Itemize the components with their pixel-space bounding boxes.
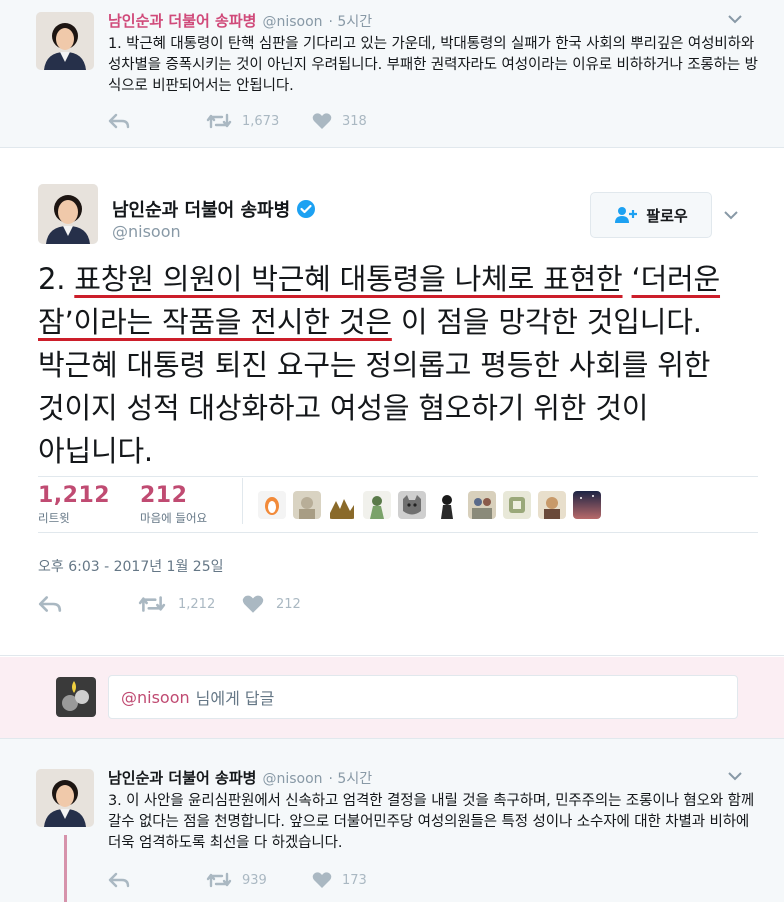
retweet-icon [138,596,166,612]
tweet-time[interactable]: · 5시간 [329,11,373,31]
heart-icon [312,872,332,888]
retweet-button[interactable]: 939 [206,871,267,889]
author-avatar[interactable] [36,12,94,70]
stat-divider [242,478,243,524]
add-user-icon [615,207,638,223]
liker-avatar[interactable] [468,491,496,519]
like-stat[interactable]: 212 마음에 들어요 [140,483,207,526]
reply-icon [108,872,130,888]
divider [38,476,758,477]
retweet-button[interactable]: 1,212 [138,594,215,614]
chevron-down-icon[interactable] [728,14,742,24]
author-avatar[interactable] [38,184,98,244]
like-count: 212 [276,596,301,612]
liker-avatar[interactable] [573,491,601,519]
retweet-stat-label: 리트윗 [38,511,70,525]
thread-connector-line [64,835,67,902]
liker-avatar[interactable] [503,491,531,519]
tweet-text: 3. 이 사안을 윤리심판원에서 신속하고 엄격한 결정을 내릴 것을 촉구하며… [108,793,755,851]
retweet-icon [206,872,232,888]
liker-avatar[interactable] [433,491,461,519]
tweet-text: 2. 표창원 의원이 박근혜 대통령을 나체로 표현한 ‘더러운 잠’이라는 작… [38,262,721,468]
tweet-1[interactable]: 남인순과 더불어 송파병 @nisoon · 5시간 1. 박근혜 대통령이 탄… [0,0,784,148]
reply-icon [38,596,62,612]
highlighted-phrase-1: 표창원 의원이 박근혜 대통령을 나체로 표현한 [74,262,623,296]
retweet-count: 1,212 [178,596,216,612]
retweet-count: 939 [242,872,267,888]
like-button[interactable]: 318 [312,112,367,130]
reply-input[interactable]: @nisoon 님에게 답글 [108,675,738,719]
author-handle[interactable]: @nisoon [262,14,322,30]
author-name[interactable]: 남인순과 더불어 송파병 [108,767,256,788]
heart-icon [242,595,264,613]
like-count: 318 [342,113,367,129]
reply-button[interactable] [108,871,130,889]
retweet-total: 1,212 [38,483,111,508]
liker-avatar[interactable] [363,491,391,519]
author-avatar[interactable] [36,769,94,827]
retweet-count: 1,673 [242,113,280,129]
tweet-timestamp[interactable]: 오후 6:03 - 2017년 1월 25일 [38,556,224,576]
like-stat-label: 마음에 들어요 [140,511,208,525]
liker-avatar[interactable] [258,491,286,519]
author-name[interactable]: 남인순과 더불어 송파병 [108,10,256,31]
divider [38,532,758,533]
author-handle[interactable]: @nisoon [112,222,181,241]
reply-button[interactable] [108,112,130,130]
like-total: 212 [140,483,188,508]
follow-label: 팔로우 [646,206,688,225]
reply-placeholder: 님에게 답글 [195,689,275,708]
reply-icon [108,113,130,129]
liker-avatar[interactable] [328,491,356,519]
tweet-2-focused[interactable]: 남인순과 더불어 송파병 @nisoon 팔로우 2. 표창원 의원이 박근혜 … [0,148,784,656]
retweet-icon [206,113,232,129]
verified-badge-icon [297,200,316,218]
heart-icon [312,113,332,129]
like-button[interactable]: 173 [312,871,367,889]
follow-button[interactable]: 팔로우 [590,192,712,238]
tweet-time[interactable]: · 5시간 [329,768,373,788]
retweet-button[interactable]: 1,673 [206,112,279,130]
liker-avatar[interactable] [293,491,321,519]
reply-button[interactable] [38,594,62,614]
tweet-text: 1. 박근혜 대통령이 탄핵 심판을 기다리고 있는 가운데, 박대통령의 실패… [108,36,758,94]
tweet-3[interactable]: 남인순과 더불어 송파병 @nisoon · 5시간 3. 이 사안을 윤리심판… [0,739,784,902]
like-button[interactable]: 212 [242,594,301,614]
retweet-stat[interactable]: 1,212 리트윗 [38,483,110,526]
author-name[interactable]: 남인순과 더불어 송파병 [112,196,290,222]
chevron-down-icon[interactable] [728,771,742,781]
liker-avatar[interactable] [538,491,566,519]
liker-avatar[interactable] [398,491,426,519]
chevron-down-icon[interactable] [724,210,738,220]
like-count: 173 [342,872,367,888]
author-handle[interactable]: @nisoon [262,771,322,787]
current-user-avatar[interactable] [56,677,96,717]
reply-composer: @nisoon 님에게 답글 [0,657,784,739]
reply-mention: @nisoon [121,687,190,707]
